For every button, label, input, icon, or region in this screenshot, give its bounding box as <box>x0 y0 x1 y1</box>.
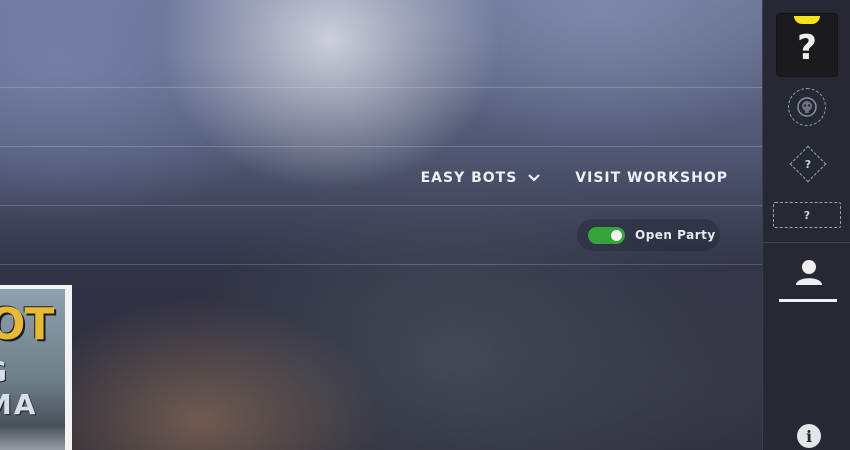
divider-line <box>0 87 762 88</box>
rect-slot[interactable]: ? <box>773 202 841 228</box>
diamond-slot-label: ? <box>804 157 812 171</box>
difficulty-label: EASY BOTS <box>420 170 518 186</box>
rank-marker <box>794 16 820 24</box>
active-tab-indicator <box>779 299 837 302</box>
map-title-text: OT <box>0 299 54 350</box>
play-options-row: EASY BOTS VISIT WORKSHOP <box>421 166 728 190</box>
toggle-switch[interactable] <box>588 226 625 244</box>
sidebar-divider <box>763 242 850 243</box>
map-subtitle-text: G MA <box>0 355 38 421</box>
divider-line <box>0 205 762 206</box>
map-thumbnail-card[interactable]: OT G MA <box>0 285 72 450</box>
rank-button[interactable]: ? <box>777 14 837 76</box>
user-icon <box>796 260 822 285</box>
divider-line <box>0 264 762 265</box>
emblem-placeholder-icon[interactable] <box>788 88 826 126</box>
profile-button[interactable] <box>779 256 837 302</box>
chevron-down-icon <box>528 174 541 182</box>
right-sidebar: ? ? ? i <box>762 0 850 450</box>
open-party-label: Open Party <box>635 228 716 242</box>
map-thumbnail-image: OT G MA <box>0 289 65 450</box>
rect-slot-label: ? <box>803 208 811 222</box>
blurred-background: EASY BOTS VISIT WORKSHOP Open Party OT G… <box>0 0 762 450</box>
difficulty-dropdown[interactable]: EASY BOTS <box>421 170 542 186</box>
open-party-toggle[interactable]: Open Party <box>577 219 720 251</box>
divider-line <box>0 146 762 147</box>
skull-emblem-icon <box>797 97 817 117</box>
visit-workshop-button[interactable]: VISIT WORKSHOP <box>575 170 728 186</box>
info-button[interactable]: i <box>797 424 821 448</box>
toggle-knob <box>611 229 622 241</box>
visit-workshop-label: VISIT WORKSHOP <box>575 170 728 186</box>
info-icon: i <box>805 426 813 446</box>
rank-unknown-label: ? <box>797 28 817 68</box>
